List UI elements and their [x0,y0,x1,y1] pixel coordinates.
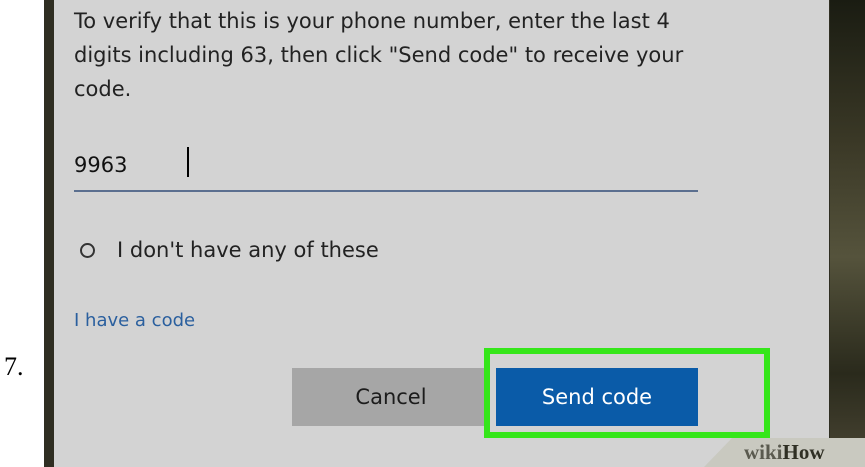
wikihow-watermark: wikiHow [744,440,825,465]
text-cursor [187,147,189,177]
verify-instruction: To verify that this is your phone number… [74,9,684,101]
phone-digits-input[interactable] [74,140,698,192]
watermark-how: How [782,440,825,464]
radio-button-icon[interactable] [80,242,95,258]
cancel-button[interactable]: Cancel [292,368,490,426]
step-number: 7. [4,352,24,381]
watermark-wiki: wiki [744,440,783,464]
have-code-link[interactable]: I have a code [74,310,195,331]
send-code-button[interactable]: Send code [496,368,698,426]
no-phone-option-label: I don't have any of these [117,238,379,262]
no-phone-option[interactable]: I don't have any of these [80,233,379,267]
background-photo-edge [830,0,865,467]
